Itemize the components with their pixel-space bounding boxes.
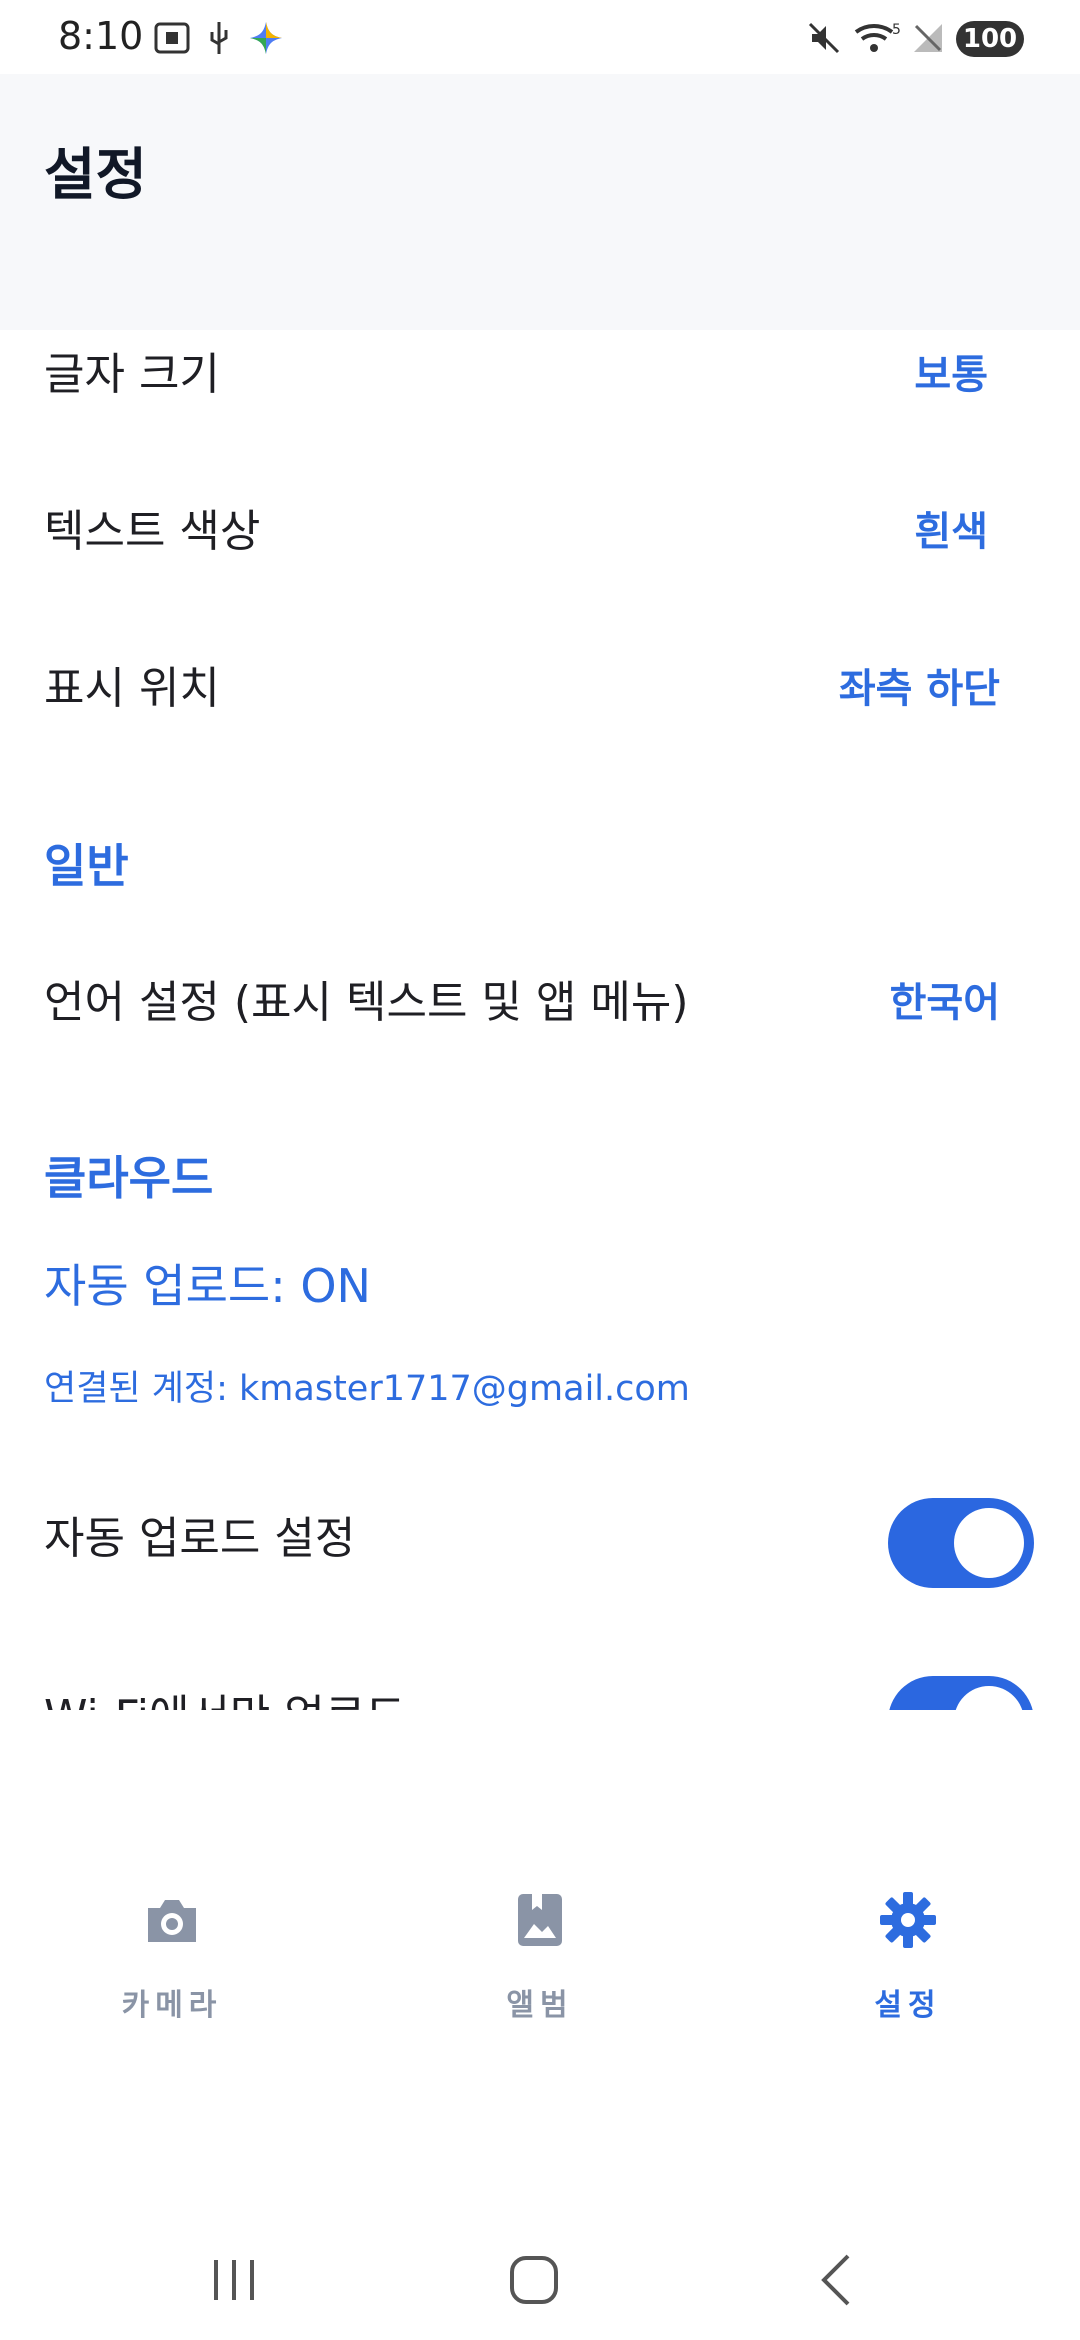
auto-upload-status: 자동 업로드: ON: [44, 1259, 371, 1313]
screenshot-icon: [154, 22, 190, 54]
setting-label: Wi-Fi에서만 업로드: [44, 1680, 406, 1710]
svg-text:5: 5: [892, 22, 901, 38]
toggle-knob: [954, 1508, 1024, 1578]
system-navigation-bar: [0, 2220, 1080, 2340]
usb-icon: [210, 22, 228, 54]
page-title: 설정: [44, 143, 148, 208]
nav-settings[interactable]: 설정: [758, 1840, 1058, 2040]
album-icon: [518, 1894, 562, 1946]
nav-album[interactable]: 앨범: [390, 1840, 690, 2040]
auto-upload-toggle[interactable]: [888, 1498, 1034, 1588]
section-general: 일반: [44, 839, 129, 893]
camera-icon: [148, 1900, 196, 1942]
status-time: 8:10: [58, 14, 144, 58]
battery-indicator: 100: [956, 21, 1024, 57]
status-bar: 8:10 5 100: [0, 0, 1080, 74]
setting-position[interactable]: 표시 위치 좌측 하단: [44, 652, 1004, 732]
setting-value[interactable]: 한국어: [890, 970, 1000, 1028]
setting-label: 자동 업로드 설정: [44, 1513, 356, 1564]
wifi-upload-toggle[interactable]: [888, 1676, 1034, 1710]
nav-label: 카메라: [121, 1988, 223, 2023]
gear-icon: [880, 1892, 936, 1948]
no-signal-icon: [914, 24, 942, 52]
setting-language[interactable]: 언어 설정 (표시 텍스트 및 앱 메뉴) 한국어: [44, 966, 1004, 1046]
setting-label: 표시 위치: [44, 663, 220, 714]
setting-value[interactable]: 보통: [914, 342, 988, 400]
setting-label: 언어 설정 (표시 텍스트 및 앱 메뉴): [44, 977, 689, 1028]
section-cloud: 클라우드: [44, 1151, 214, 1205]
back-icon[interactable]: [798, 2240, 878, 2320]
mute-icon: [808, 22, 840, 54]
setting-text-size[interactable]: 글자 크기 보통: [44, 338, 1004, 418]
wifi-icon: 5: [854, 22, 901, 52]
setting-value[interactable]: 흰색: [914, 499, 988, 557]
setting-auto-upload[interactable]: 자동 업로드 설정: [44, 1502, 1004, 1582]
settings-list[interactable]: 글자 크기 보통 텍스트 색상 흰색 표시 위치 좌측 하단 일반 언어 설정 …: [0, 330, 1080, 1710]
recent-apps-icon[interactable]: [194, 2240, 274, 2320]
nav-label: 앨범: [506, 1988, 574, 2023]
nav-label: 설정: [874, 1988, 942, 2023]
home-icon[interactable]: [494, 2240, 574, 2320]
sparkle-icon: [250, 22, 282, 54]
nav-camera[interactable]: 카메라: [22, 1840, 322, 2040]
setting-wifi-upload[interactable]: Wi-Fi에서만 업로드: [44, 1680, 1004, 1710]
setting-label: 텍스트 색상: [44, 506, 261, 557]
setting-text-color[interactable]: 텍스트 색상 흰색: [44, 495, 1004, 575]
setting-label: 글자 크기: [44, 349, 220, 400]
toggle-knob: [954, 1686, 1024, 1710]
app-header: [0, 74, 1080, 330]
connected-account: 연결된 계정: kmaster1717@gmail.com: [44, 1369, 690, 1409]
bottom-navigation: 카메라 앨범 설정: [0, 1840, 1080, 2040]
setting-value[interactable]: 좌측 하단: [839, 656, 1000, 714]
